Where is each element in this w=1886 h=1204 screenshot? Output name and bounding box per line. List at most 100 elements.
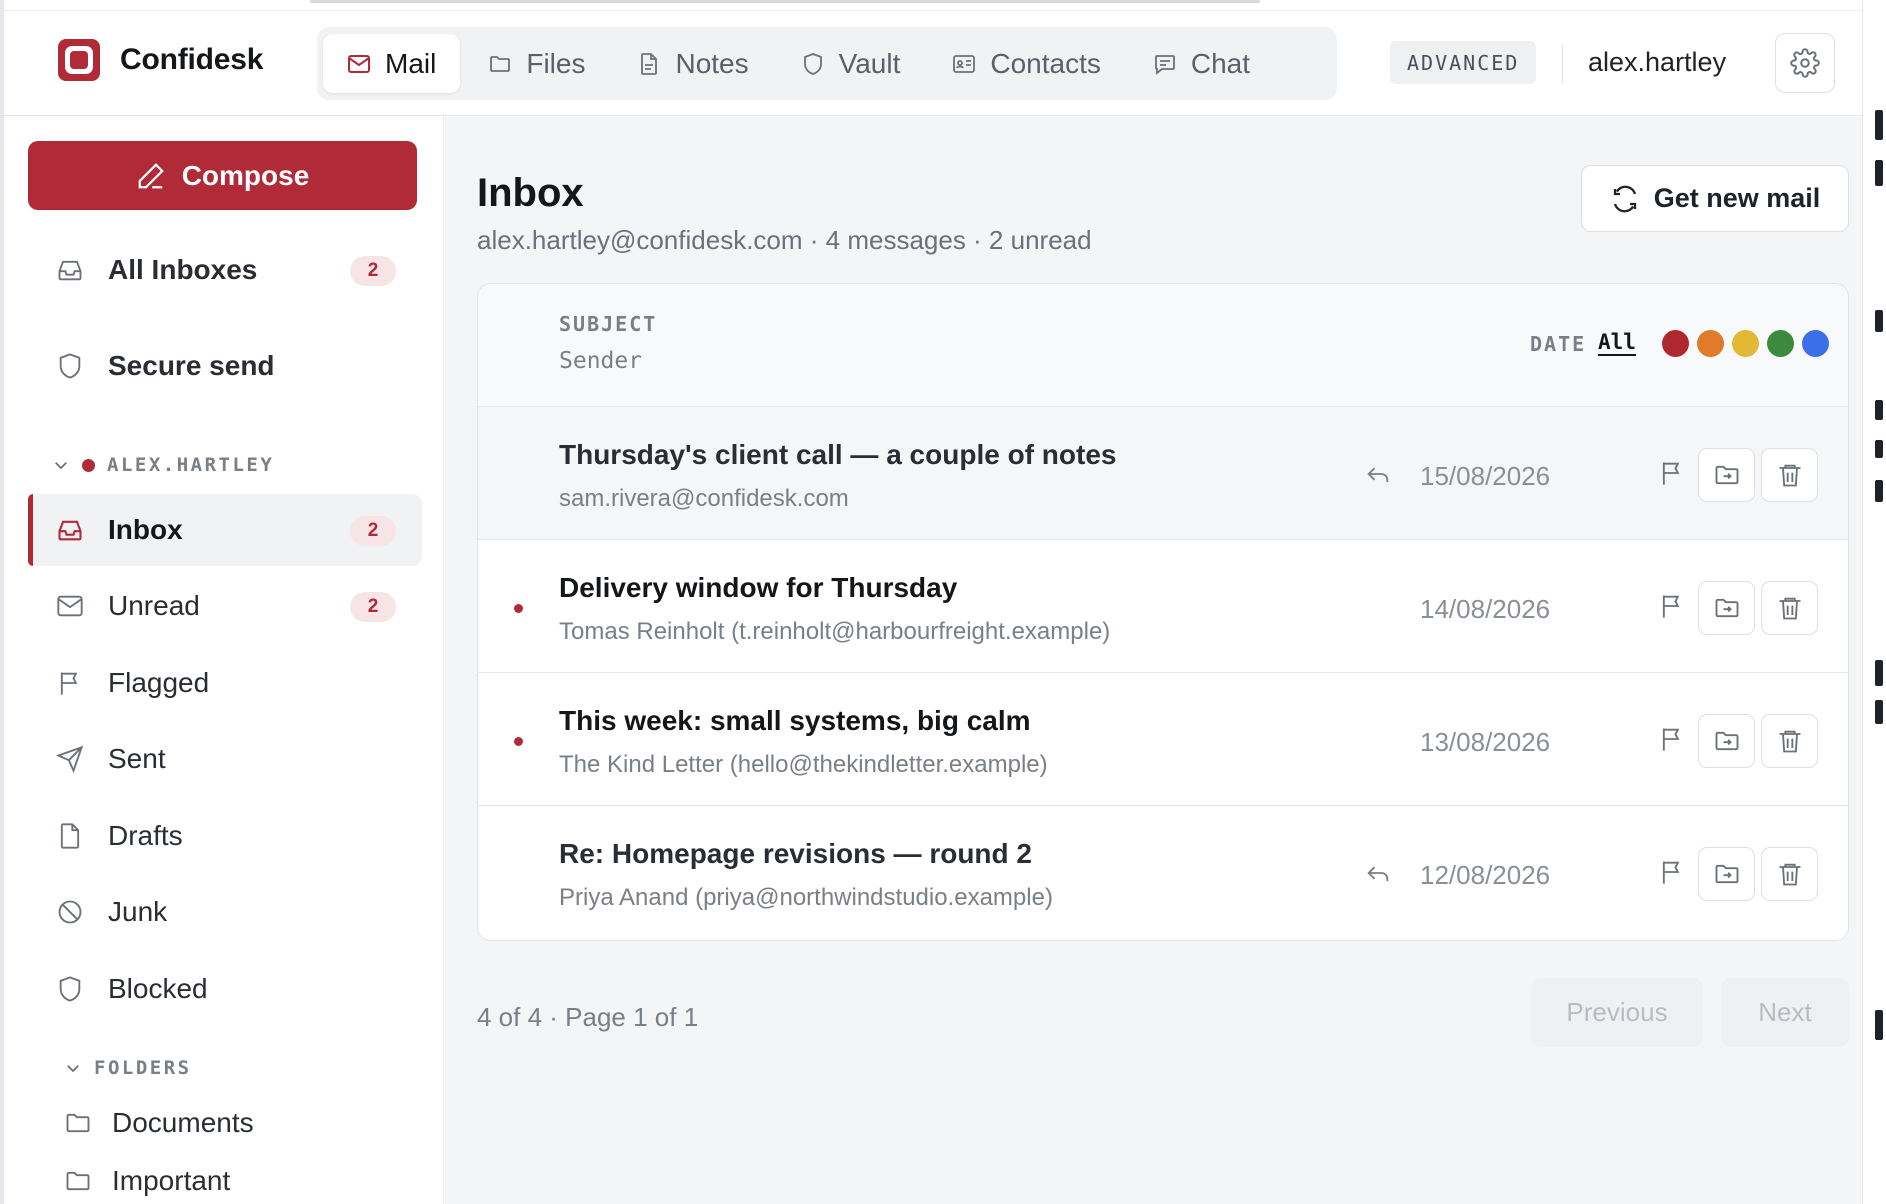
column-sender[interactable]: Sender [559, 348, 642, 374]
folder-label: Documents [112, 1107, 254, 1138]
unread-count-badge: 2 [350, 592, 396, 622]
column-subject[interactable]: SUBJECT [559, 312, 657, 336]
color-filter-all[interactable]: All [1598, 330, 1636, 354]
header-divider [1562, 45, 1563, 83]
flag-icon[interactable] [1658, 592, 1686, 620]
compose-button[interactable]: Compose [28, 141, 417, 210]
unread-count-badge: 2 [350, 516, 396, 546]
folder-icon [66, 1171, 90, 1191]
tab-label: Chat [1190, 47, 1251, 79]
sidebar-item-label: All Inboxes [108, 254, 258, 285]
message-sender: Tomas Reinholt (t.reinholt@harbourfreigh… [559, 618, 1111, 645]
brand[interactable]: Confidesk [56, 37, 263, 83]
logo-icon [58, 39, 100, 81]
main-nav: Mail Files Notes Vault Contacts Chat [317, 27, 1337, 100]
sidebar-item-all-inboxes[interactable]: All Inboxes 2 [28, 234, 422, 306]
sidebar-item-label: Secure send [108, 350, 275, 381]
move-to-folder-button[interactable] [1698, 847, 1755, 901]
unread-indicator [514, 737, 523, 746]
tab-label: Contacts [990, 47, 1101, 79]
folder-item-important[interactable]: Important [64, 1165, 230, 1197]
shield-icon [59, 353, 81, 379]
tab-notes[interactable]: Notes [613, 34, 772, 93]
shield-icon [59, 976, 81, 1002]
folder-item-documents[interactable]: Documents [64, 1107, 254, 1139]
tab-contacts[interactable]: Contacts [928, 34, 1125, 93]
sidebar-item-secure-send[interactable]: Secure send [28, 330, 422, 402]
inbox-icon [58, 520, 82, 541]
folder-label: Important [112, 1165, 231, 1196]
folder-move-icon [1715, 465, 1738, 485]
message-date: 15/08/2026 [1420, 461, 1551, 491]
sidebar: Compose All Inboxes 2 Secure send ALEX.H… [4, 117, 444, 1204]
sidebar-item-flagged[interactable]: Flagged [28, 647, 422, 719]
column-date[interactable]: DATE [1530, 332, 1586, 356]
tab-chat[interactable]: Chat [1129, 34, 1274, 93]
username[interactable]: alex.hartley [1588, 47, 1726, 78]
message-row[interactable]: Thursday's client call — a couple of not… [478, 407, 1848, 540]
block-icon [58, 900, 82, 924]
message-sender: The Kind Letter (hello@thekindletter.exa… [559, 751, 1048, 778]
next-page-button[interactable]: Next [1721, 978, 1849, 1047]
account-label: ALEX.HARTLEY [107, 454, 275, 476]
sidebar-item-inbox[interactable]: Inbox 2 [28, 494, 422, 566]
folder-icon [66, 1113, 90, 1133]
tab-label: Mail [385, 47, 437, 79]
delete-button[interactable] [1761, 847, 1818, 901]
clipped-adjacent-window [1862, 0, 1886, 1204]
unread-count-badge: 2 [350, 256, 396, 286]
trash-icon [1779, 464, 1800, 487]
message-subject: This week: small systems, big calm [559, 705, 1031, 736]
gear-icon [1790, 48, 1820, 78]
message-list-header: SUBJECT Sender DATE All [478, 284, 1848, 407]
refresh-icon [1613, 185, 1636, 212]
color-filter-blue[interactable] [1802, 330, 1829, 357]
sidebar-item-drafts[interactable]: Drafts [28, 800, 422, 872]
sidebar-item-junk[interactable]: Junk [28, 876, 422, 948]
tab-files[interactable]: Files [464, 34, 609, 93]
flag-icon[interactable] [1658, 858, 1686, 886]
move-to-folder-button[interactable] [1698, 581, 1755, 635]
tab-vault[interactable]: Vault [777, 34, 925, 93]
file-icon [60, 823, 80, 849]
flag-icon[interactable] [1658, 459, 1686, 487]
sidebar-item-label: Sent [108, 743, 166, 774]
settings-button[interactable] [1775, 33, 1835, 93]
folders-section-toggle[interactable]: FOLDERS [64, 1057, 192, 1079]
sidebar-item-blocked[interactable]: Blocked [28, 953, 422, 1025]
chat-icon [1154, 54, 1175, 75]
flag-icon [60, 672, 78, 695]
color-filter-group [1662, 330, 1829, 357]
trash-icon [1779, 597, 1800, 620]
message-row[interactable]: Re: Homepage revisions — round 2 Priya A… [478, 806, 1848, 939]
move-to-folder-button[interactable] [1698, 714, 1755, 768]
delete-button[interactable] [1761, 581, 1818, 635]
sidebar-item-unread[interactable]: Unread 2 [28, 570, 422, 642]
chevron-down-icon [55, 462, 67, 470]
shield-icon [803, 52, 822, 75]
move-to-folder-button[interactable] [1698, 448, 1755, 502]
flag-icon[interactable] [1658, 725, 1686, 753]
horizontal-scrollbar[interactable] [310, 0, 1260, 3]
account-section-toggle[interactable]: ALEX.HARTLEY [52, 454, 274, 476]
inbox-icon [58, 260, 82, 281]
trash-icon [1779, 863, 1800, 886]
page-subtitle: alex.hartley@confidesk.com · 4 messages … [477, 225, 1092, 255]
previous-page-button[interactable]: Previous [1531, 978, 1703, 1047]
delete-button[interactable] [1761, 714, 1818, 768]
delete-button[interactable] [1761, 448, 1818, 502]
tab-mail[interactable]: Mail [323, 34, 461, 93]
pagination-info: 4 of 4 · Page 1 of 1 [477, 1002, 699, 1032]
sidebar-item-label: Junk [108, 896, 168, 927]
folder-move-icon [1715, 598, 1738, 618]
app-header: Confidesk Mail Files Notes Vault Contact… [4, 10, 1862, 116]
color-filter-red[interactable] [1662, 330, 1689, 357]
sidebar-item-sent[interactable]: Sent [28, 723, 422, 795]
color-filter-green[interactable] [1767, 330, 1794, 357]
message-row[interactable]: Delivery window for Thursday Tomas Reinh… [478, 540, 1848, 673]
color-filter-yellow[interactable] [1732, 330, 1759, 357]
mail-icon [348, 54, 370, 73]
message-row[interactable]: This week: small systems, big calm The K… [478, 673, 1848, 806]
color-filter-orange[interactable] [1697, 330, 1724, 357]
get-new-mail-button[interactable]: Get new mail [1581, 165, 1849, 232]
